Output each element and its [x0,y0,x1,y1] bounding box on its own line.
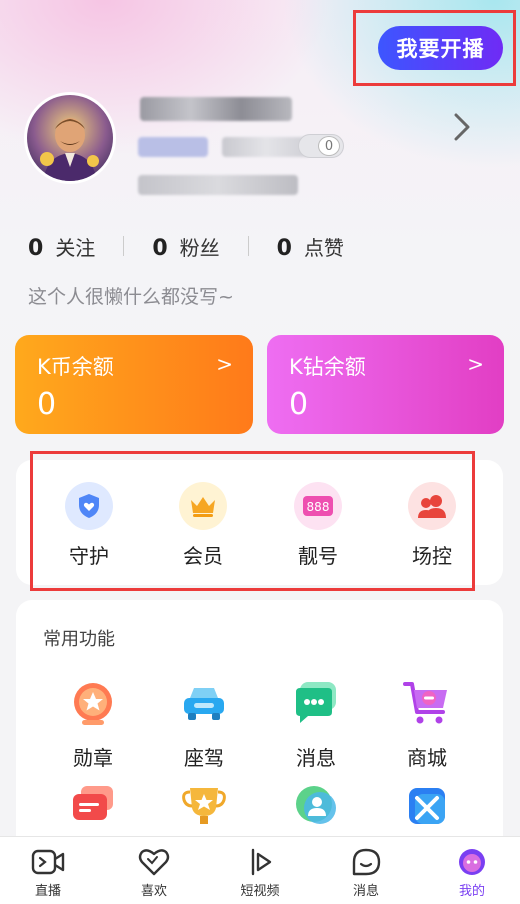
stat-divider [247,236,249,256]
stat-following-value: 0 [28,235,44,261]
profile-stats: 0 关注 0 粉丝 0 点赞 [28,230,344,262]
function-item-8[interactable] [372,782,482,838]
function-medal[interactable]: 勋章 [38,678,148,771]
user-id-blurred [138,137,208,157]
function-label: 座驾 [184,746,224,770]
cards-icon [73,786,113,820]
function-item-6[interactable] [149,782,259,838]
message-icon [352,848,381,876]
stat-likes-label: 点赞 [303,235,344,260]
stat-fans[interactable]: 0 粉丝 [152,232,219,261]
stat-divider [123,236,125,256]
tab-favorites[interactable]: 喜欢 [114,847,194,899]
chat-icon [296,682,336,723]
k-diamond-balance-card[interactable]: K钻余额 0 > [267,335,504,434]
function-mall[interactable]: 商城 [372,678,482,771]
avatar-image [27,95,113,181]
tab-label: 直播 [34,884,61,899]
tab-label: 喜欢 [140,884,167,899]
k-coin-balance-card[interactable]: K币余额 0 > [15,335,253,434]
stat-fans-value: 0 [152,235,168,261]
bottom-tab-bar: 直播 喜欢 短视频 消息 我的 [0,836,520,904]
profile-chevron-right-icon[interactable] [452,112,472,142]
stat-following[interactable]: 0 关注 [28,232,95,261]
user-extra-blurred [138,175,298,195]
tab-label: 消息 [352,884,379,899]
trophy-icon [182,788,226,824]
k-diamond-value: 0 [289,387,309,422]
tab-label: 我的 [458,884,485,899]
heart-icon [138,849,170,876]
contact-icon [296,786,336,824]
function-vehicle[interactable]: 座驾 [149,678,259,771]
live-camera-icon [31,849,65,875]
user-level-blurred [222,137,310,157]
swords-icon [409,788,445,824]
short-video-icon [251,848,272,876]
function-messages[interactable]: 消息 [261,678,371,771]
function-label: 消息 [296,746,336,770]
avatar[interactable] [24,92,116,184]
stat-likes[interactable]: 0 点赞 [277,232,344,261]
profile-bio: 这个人很懒什么都没写~ [28,286,234,308]
k-diamond-title: K钻余额 [289,355,366,379]
tab-short-video[interactable]: 短视频 [220,847,300,899]
tab-label: 短视频 [240,884,280,899]
cart-icon [403,682,447,724]
profile-face-icon [459,849,485,875]
function-item-7[interactable] [261,782,371,838]
stat-likes-value: 0 [276,235,292,261]
start-live-button[interactable]: 我要开播 [378,26,503,70]
function-label: 勋章 [73,746,113,770]
function-label: 商城 [407,746,447,770]
k-coin-value: 0 [37,387,57,422]
tab-profile[interactable]: 我的 [432,847,512,899]
tab-live[interactable]: 直播 [8,847,88,899]
k-coin-title: K币余额 [37,355,114,379]
function-item-5[interactable] [38,782,148,838]
chevron-right-icon: > [216,352,233,376]
stat-fans-label: 粉丝 [179,235,220,260]
section-title: 常用功能 [43,629,115,650]
car-icon [184,688,224,720]
medal-icon [74,683,112,725]
tab-messages[interactable]: 消息 [326,847,406,899]
level-badge-dot: 0 [318,136,340,156]
username-blurred [140,97,292,121]
highlight-box-quick-actions [30,451,475,591]
chevron-right-icon: > [467,352,484,376]
stat-following-label: 关注 [55,235,96,260]
